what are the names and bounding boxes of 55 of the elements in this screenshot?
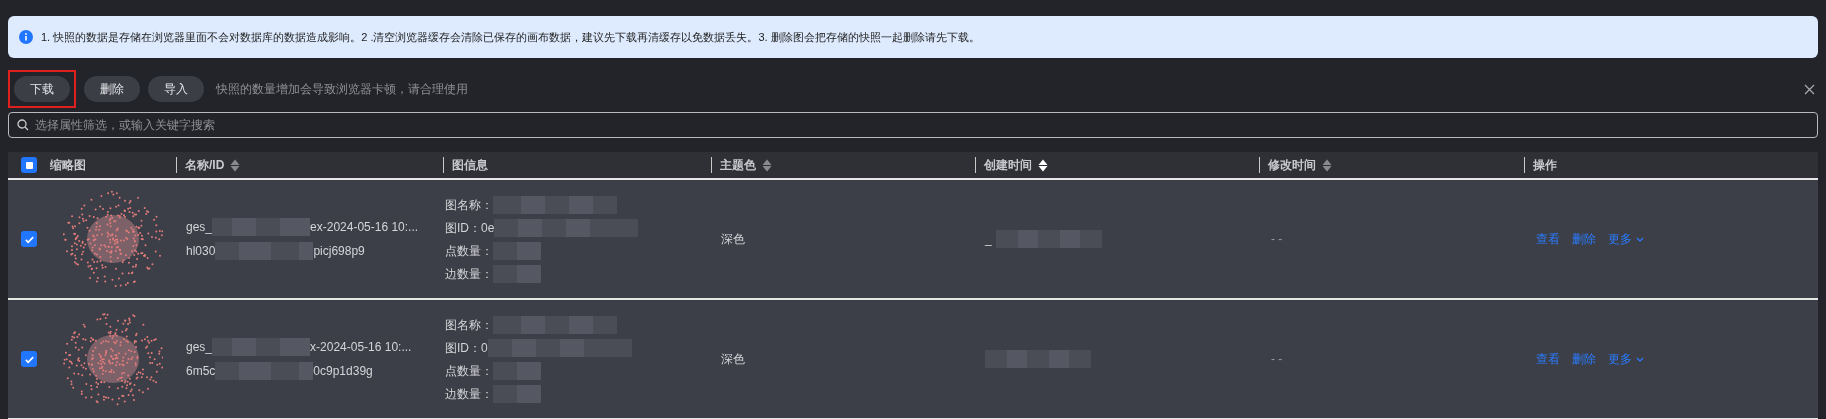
modified-time: - -: [1271, 232, 1283, 246]
checkbox[interactable]: [21, 157, 37, 173]
column-header: 操作: [1533, 157, 1557, 174]
checkbox[interactable]: [21, 231, 37, 247]
toolbar-hint: 快照的数量增加会导致浏览器卡顿，请合理使用: [216, 81, 468, 98]
info-label: 图名称：: [445, 196, 493, 214]
search-field[interactable]: 选择属性筛选，或输入关键字搜索: [8, 112, 1818, 138]
search-icon: [17, 119, 29, 131]
chevron-down-icon: [1636, 236, 1644, 242]
column-header: 主题色: [720, 157, 756, 174]
checkbox[interactable]: [21, 351, 37, 367]
column-header: 图信息: [452, 157, 488, 174]
info-label: 图ID：0: [445, 339, 488, 357]
action-link[interactable]: 查看: [1536, 230, 1560, 248]
redaction-mosaic: [493, 384, 541, 403]
column-header: 缩略图: [50, 157, 86, 174]
graph-name: ges_: [186, 339, 213, 356]
action-link[interactable]: 删除: [1572, 230, 1596, 248]
graph-name: x-2024-05-16 10:...: [310, 339, 412, 356]
alert-text: 1. 快照的数据是存储在浏览器里面不会对数据库的数据造成影响。2 .清空浏览器缓存会清除已保存的画布数据，建议先下载再清缓存以免数据丢失。3. 删除图会把存储的快照一起删除请先下载。: [41, 29, 980, 45]
theme-value: 深色: [721, 352, 745, 366]
info-label: 图名称：: [445, 316, 493, 334]
modified-time: - -: [1271, 352, 1283, 366]
graph-name: ges_: [186, 219, 213, 236]
more-dropdown[interactable]: 更多: [1608, 230, 1644, 248]
toolbar-button[interactable]: 导入: [148, 76, 204, 102]
close-icon[interactable]: [1804, 83, 1815, 95]
toolbar-button[interactable]: 删除: [84, 76, 140, 102]
created-time: _: [985, 231, 992, 248]
graph-id: 6m5c: [186, 363, 216, 380]
redaction-mosaic: [493, 361, 541, 380]
action-link[interactable]: 查看: [1536, 350, 1560, 368]
theme-value: 深色: [721, 232, 745, 246]
table-row[interactable]: ges_ ex-2024-05-16 10:... hl030 picj698p9 图名称： 图ID：0e 点数量： 边数量： 深色 _ - - 查看 删除 更多: [8, 180, 1818, 300]
chevron-down-icon: [1636, 356, 1644, 362]
table-row[interactable]: ges_ x-2024-05-16 10:... 6m5c 0c9p1d39g 图名称： 图ID：0 点数量： 边数量： 深色 - - 查看 删除 更多: [8, 300, 1818, 419]
graph-id: hl030: [186, 243, 216, 260]
info-label: 边数量：: [445, 385, 493, 403]
column-header: 名称/ID: [185, 157, 225, 174]
redaction-mosaic: [493, 264, 541, 283]
info-label: 边数量：: [445, 265, 493, 283]
action-link[interactable]: 删除: [1572, 350, 1596, 368]
graph-id: 0c9p1d39g: [313, 363, 373, 380]
graph-id: picj698p9: [313, 243, 365, 260]
more-dropdown[interactable]: 更多: [1608, 350, 1644, 368]
column-header: 创建时间: [984, 157, 1032, 174]
info-label: 图ID：0e: [445, 219, 495, 237]
toolbar-button[interactable]: 下载: [14, 76, 70, 102]
sort-icon[interactable]: [1038, 158, 1048, 172]
graph-name: ex-2024-05-16 10:...: [310, 219, 419, 236]
redaction-mosaic: [493, 241, 541, 260]
column-header: 修改时间: [1268, 157, 1316, 174]
info-label: 点数量：: [445, 362, 493, 380]
info-label: 点数量：: [445, 242, 493, 260]
info-icon: [19, 30, 33, 44]
